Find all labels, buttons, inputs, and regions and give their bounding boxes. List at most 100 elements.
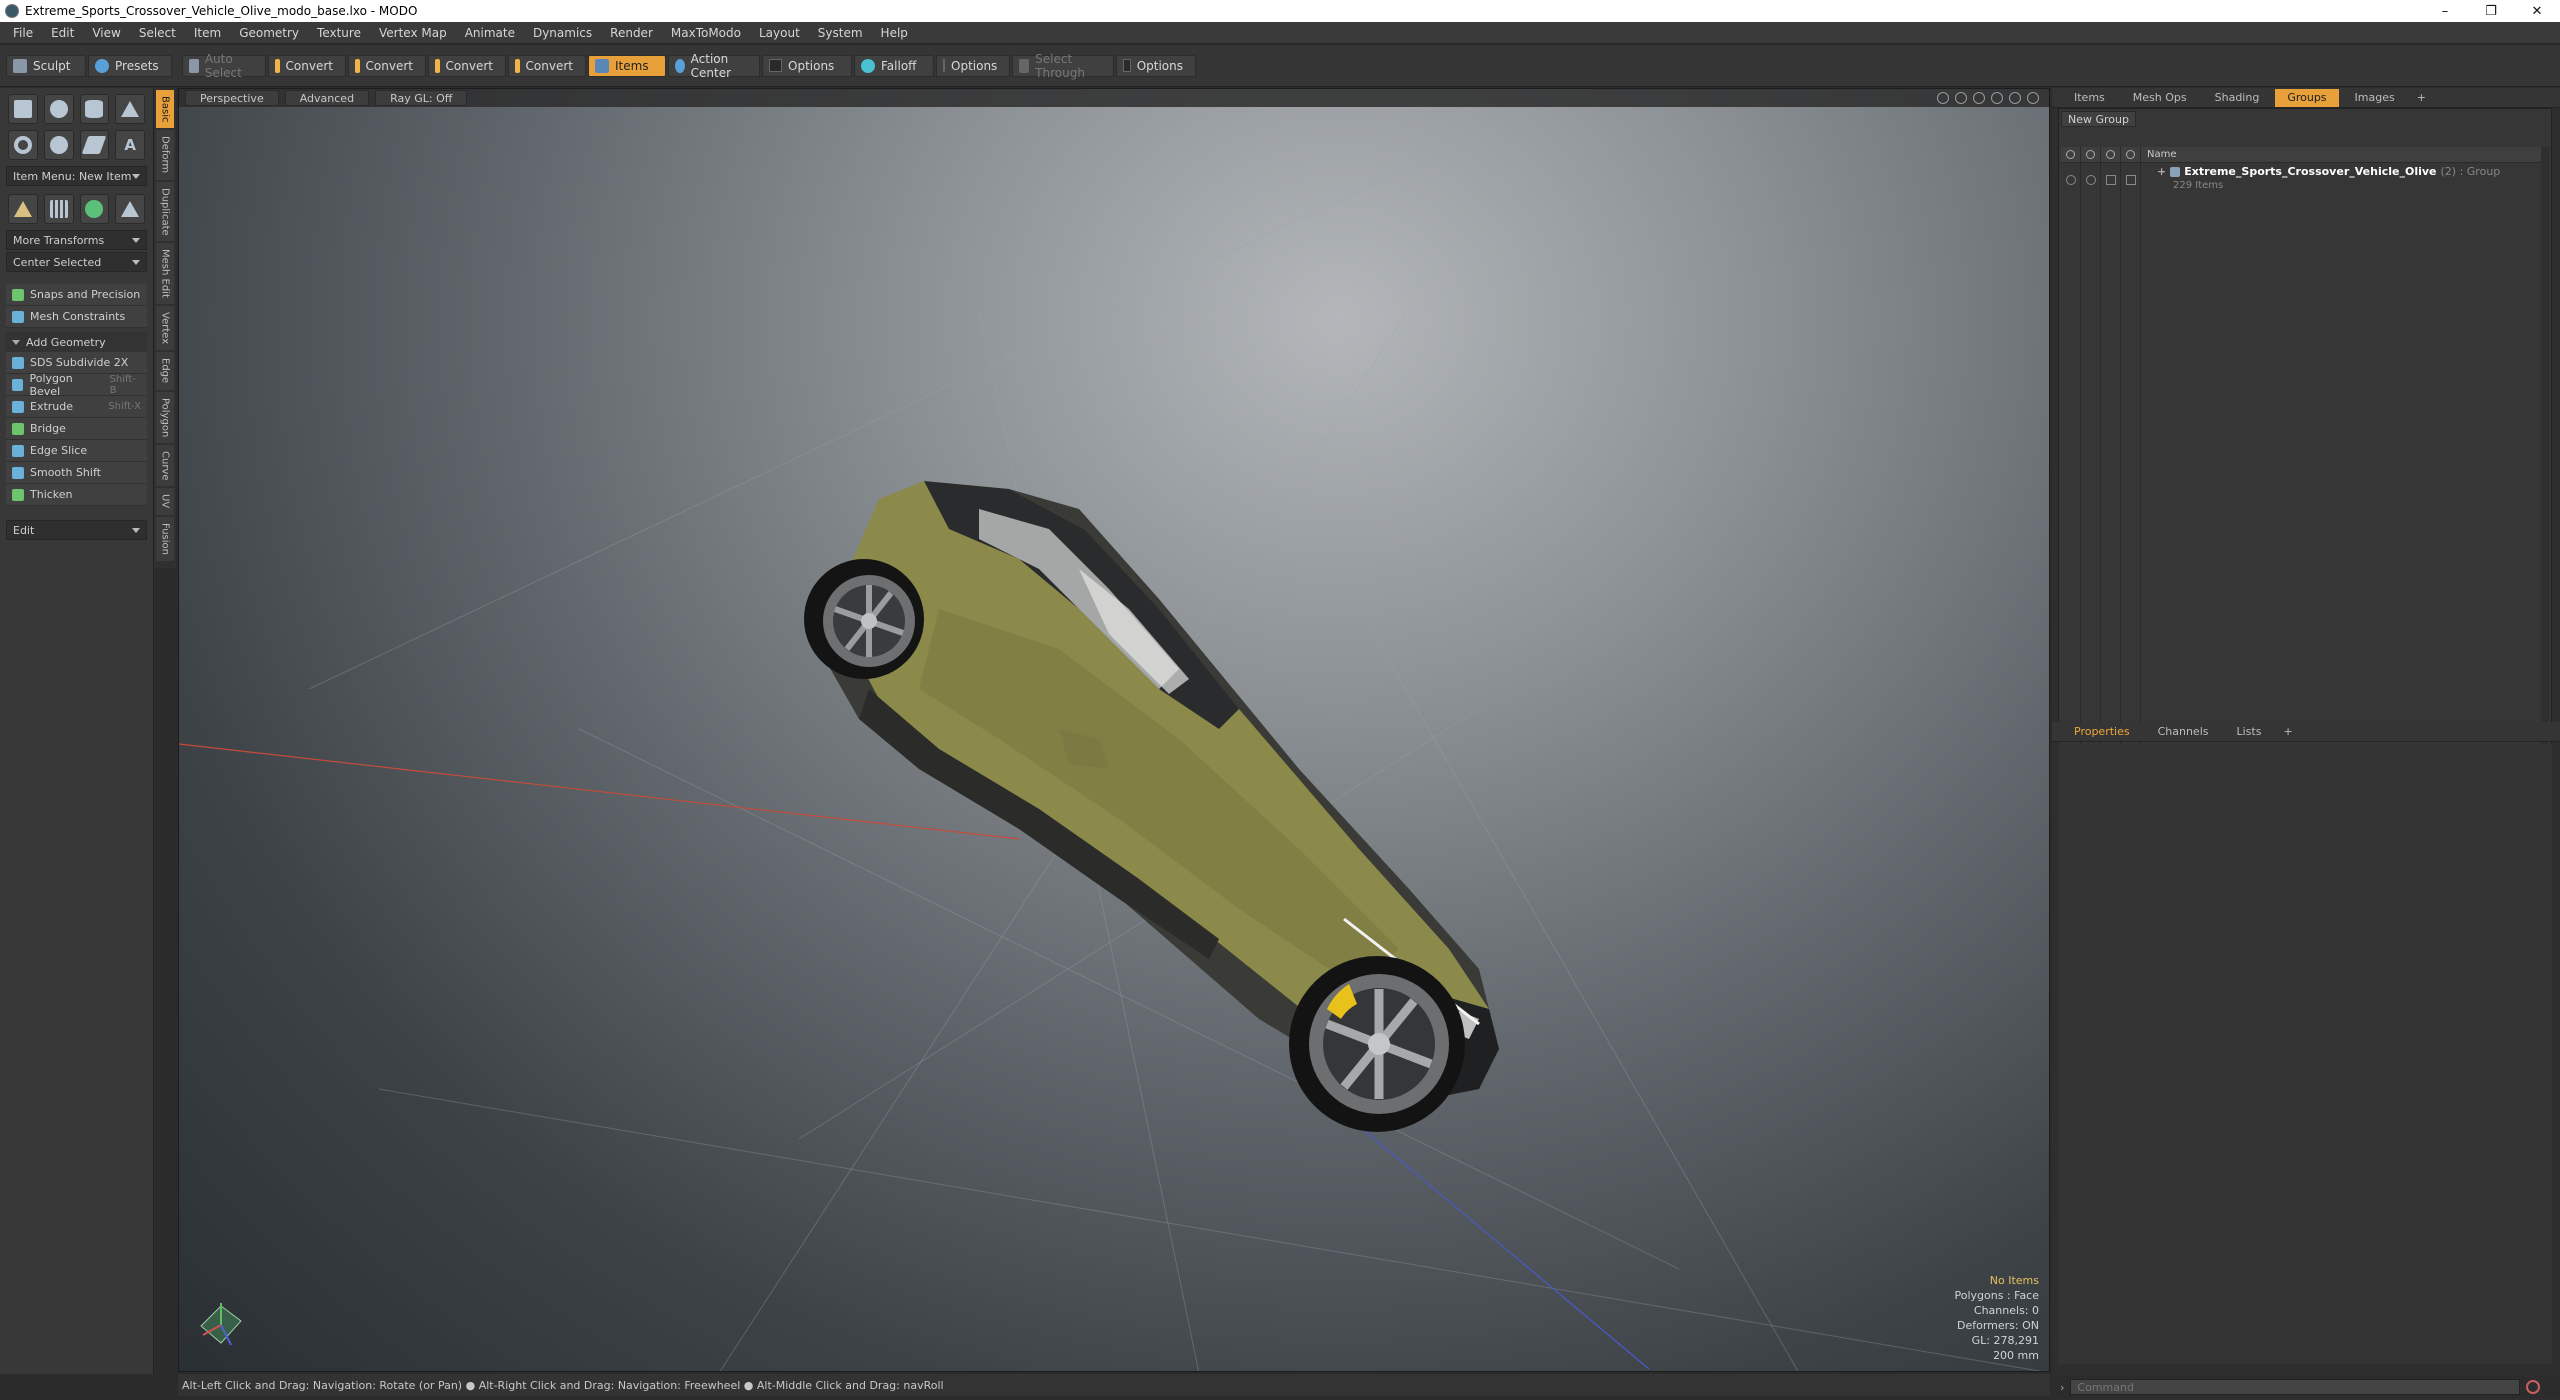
snaps-and-precision-button[interactable]: Snaps and Precision: [6, 284, 147, 306]
menu-maxtomodo[interactable]: MaxToModo: [662, 22, 750, 44]
pen-tool[interactable]: [79, 130, 110, 160]
tab-fusion[interactable]: Fusion: [156, 516, 174, 561]
add-props-tab-button[interactable]: +: [2277, 723, 2298, 741]
menu-item[interactable]: Item: [185, 22, 230, 44]
tab-vertex[interactable]: Vertex: [156, 306, 174, 351]
scale-tool[interactable]: [115, 194, 145, 224]
cone-tool[interactable]: [115, 94, 145, 124]
render-column[interactable]: [2081, 146, 2101, 163]
edit-dropdown[interactable]: Edit: [6, 520, 147, 540]
tab-mesh-edit[interactable]: Mesh Edit: [156, 243, 174, 305]
transform-tool[interactable]: [8, 194, 38, 224]
tab-shading[interactable]: Shading: [2203, 89, 2272, 107]
sphere-tool[interactable]: [43, 94, 74, 124]
center-selected-dropdown[interactable]: Center Selected: [6, 252, 147, 272]
menu-animate[interactable]: Animate: [456, 22, 524, 44]
tab-groups[interactable]: Groups: [2275, 88, 2339, 107]
text-tool[interactable]: A: [115, 130, 145, 160]
edge-slice-button[interactable]: Edge Slice: [6, 440, 147, 462]
action-center-options-button[interactable]: Options: [762, 54, 852, 77]
cube-tool[interactable]: [8, 94, 38, 124]
record-icon[interactable]: [2526, 1380, 2541, 1394]
minimize-button[interactable]: –: [2422, 0, 2468, 22]
presets-button[interactable]: Presets: [88, 54, 172, 77]
menu-texture[interactable]: Texture: [308, 22, 370, 44]
group-lock-toggle[interactable]: [2101, 165, 2121, 195]
name-column[interactable]: Name: [2141, 149, 2177, 160]
tab-edge[interactable]: Edge: [156, 352, 174, 390]
polygon-bevel-button[interactable]: Polygon Bevel Shift-B: [6, 372, 147, 398]
tab-curve[interactable]: Curve: [156, 444, 174, 487]
capsule-tool[interactable]: [43, 130, 74, 160]
bridge-button[interactable]: Bridge: [6, 418, 147, 440]
convert-edges-button[interactable]: Convert: [348, 54, 426, 77]
tab-images[interactable]: Images: [2343, 89, 2407, 107]
tab-properties[interactable]: Properties: [2062, 723, 2142, 741]
tab-mesh-ops[interactable]: Mesh Ops: [2121, 89, 2199, 107]
menu-layout[interactable]: Layout: [750, 22, 809, 44]
menu-geometry[interactable]: Geometry: [230, 22, 308, 44]
menu-help[interactable]: Help: [872, 22, 917, 44]
group-select-toggle[interactable]: [2121, 165, 2141, 195]
extrude-button[interactable]: Extrude Shift-X: [6, 396, 147, 418]
tab-raygl[interactable]: Ray GL: Off: [375, 90, 468, 106]
tab-advanced[interactable]: Advanced: [284, 90, 370, 106]
group-row[interactable]: + Extreme_Sports_Crossover_Vehicle_Olive(…: [2061, 165, 2549, 195]
tab-perspective[interactable]: Perspective: [185, 90, 279, 106]
more-transforms-dropdown[interactable]: More Transforms: [6, 230, 147, 250]
add-tab-button[interactable]: +: [2411, 89, 2432, 107]
rotate-view-icon[interactable]: [1955, 92, 1967, 104]
group-visibility-toggle[interactable]: [2061, 165, 2081, 195]
restore-button[interactable]: ❐: [2468, 0, 2514, 22]
select-column[interactable]: [2121, 146, 2141, 163]
tab-deform[interactable]: Deform: [156, 130, 174, 180]
thicken-button[interactable]: Thicken: [6, 484, 147, 506]
zoom-view-icon[interactable]: [1973, 92, 1985, 104]
smooth-shift-button[interactable]: Smooth Shift: [6, 462, 147, 484]
sculpt-button[interactable]: Sculpt: [6, 54, 86, 77]
tab-uv[interactable]: UV: [156, 488, 174, 515]
groups-scrollbar[interactable]: [2541, 147, 2549, 797]
3d-viewport[interactable]: Perspective Advanced Ray GL: Off No Item…: [178, 88, 2050, 1372]
tab-basic[interactable]: Basic: [156, 90, 174, 129]
visibility-column[interactable]: [2061, 146, 2081, 163]
car-model[interactable]: [804, 481, 1499, 1132]
menu-dynamics[interactable]: Dynamics: [524, 22, 601, 44]
cylinder-tool[interactable]: [79, 94, 110, 124]
tab-channels[interactable]: Channels: [2146, 723, 2221, 741]
menu-system[interactable]: System: [809, 22, 872, 44]
convert-polygons-button[interactable]: Convert: [428, 54, 506, 77]
lock-column[interactable]: [2101, 146, 2121, 163]
grid-tool[interactable]: [43, 194, 74, 224]
items-mode-button[interactable]: Items: [588, 54, 666, 77]
new-group-button[interactable]: New Group: [2061, 111, 2136, 127]
select-through-options-button[interactable]: Options: [1116, 54, 1196, 77]
group-render-toggle[interactable]: [2081, 165, 2101, 195]
convert-vertices-button[interactable]: Convert: [268, 54, 346, 77]
command-input[interactable]: [2070, 1379, 2521, 1395]
select-through-button[interactable]: Select Through: [1012, 52, 1114, 80]
torus-tool[interactable]: [8, 130, 38, 160]
expand-icon[interactable]: [2027, 92, 2039, 104]
mesh-constraints-button[interactable]: Mesh Constraints: [6, 306, 147, 328]
menu-view[interactable]: View: [83, 22, 129, 44]
auto-select-button[interactable]: Auto Select: [182, 52, 266, 80]
item-menu-dropdown[interactable]: Item Menu: New Item: [6, 166, 147, 186]
add-geometry-section[interactable]: Add Geometry: [6, 332, 147, 352]
menu-file[interactable]: File: [4, 22, 42, 44]
convert-materials-button[interactable]: Convert: [508, 54, 586, 77]
paint-icon[interactable]: [1991, 92, 2003, 104]
menu-vertex-map[interactable]: Vertex Map: [370, 22, 456, 44]
tab-duplicate[interactable]: Duplicate: [156, 181, 174, 242]
action-center-button[interactable]: Action Center: [668, 52, 760, 80]
close-button[interactable]: ✕: [2514, 0, 2560, 22]
rotate-tool[interactable]: [79, 194, 110, 224]
menu-select[interactable]: Select: [130, 22, 185, 44]
menu-edit[interactable]: Edit: [42, 22, 83, 44]
menu-render[interactable]: Render: [601, 22, 662, 44]
tab-lists[interactable]: Lists: [2225, 723, 2274, 741]
falloff-button[interactable]: Falloff: [854, 54, 934, 77]
move-view-icon[interactable]: [1937, 92, 1949, 104]
tab-polygon[interactable]: Polygon: [156, 391, 174, 443]
gear-icon[interactable]: [2009, 92, 2021, 104]
